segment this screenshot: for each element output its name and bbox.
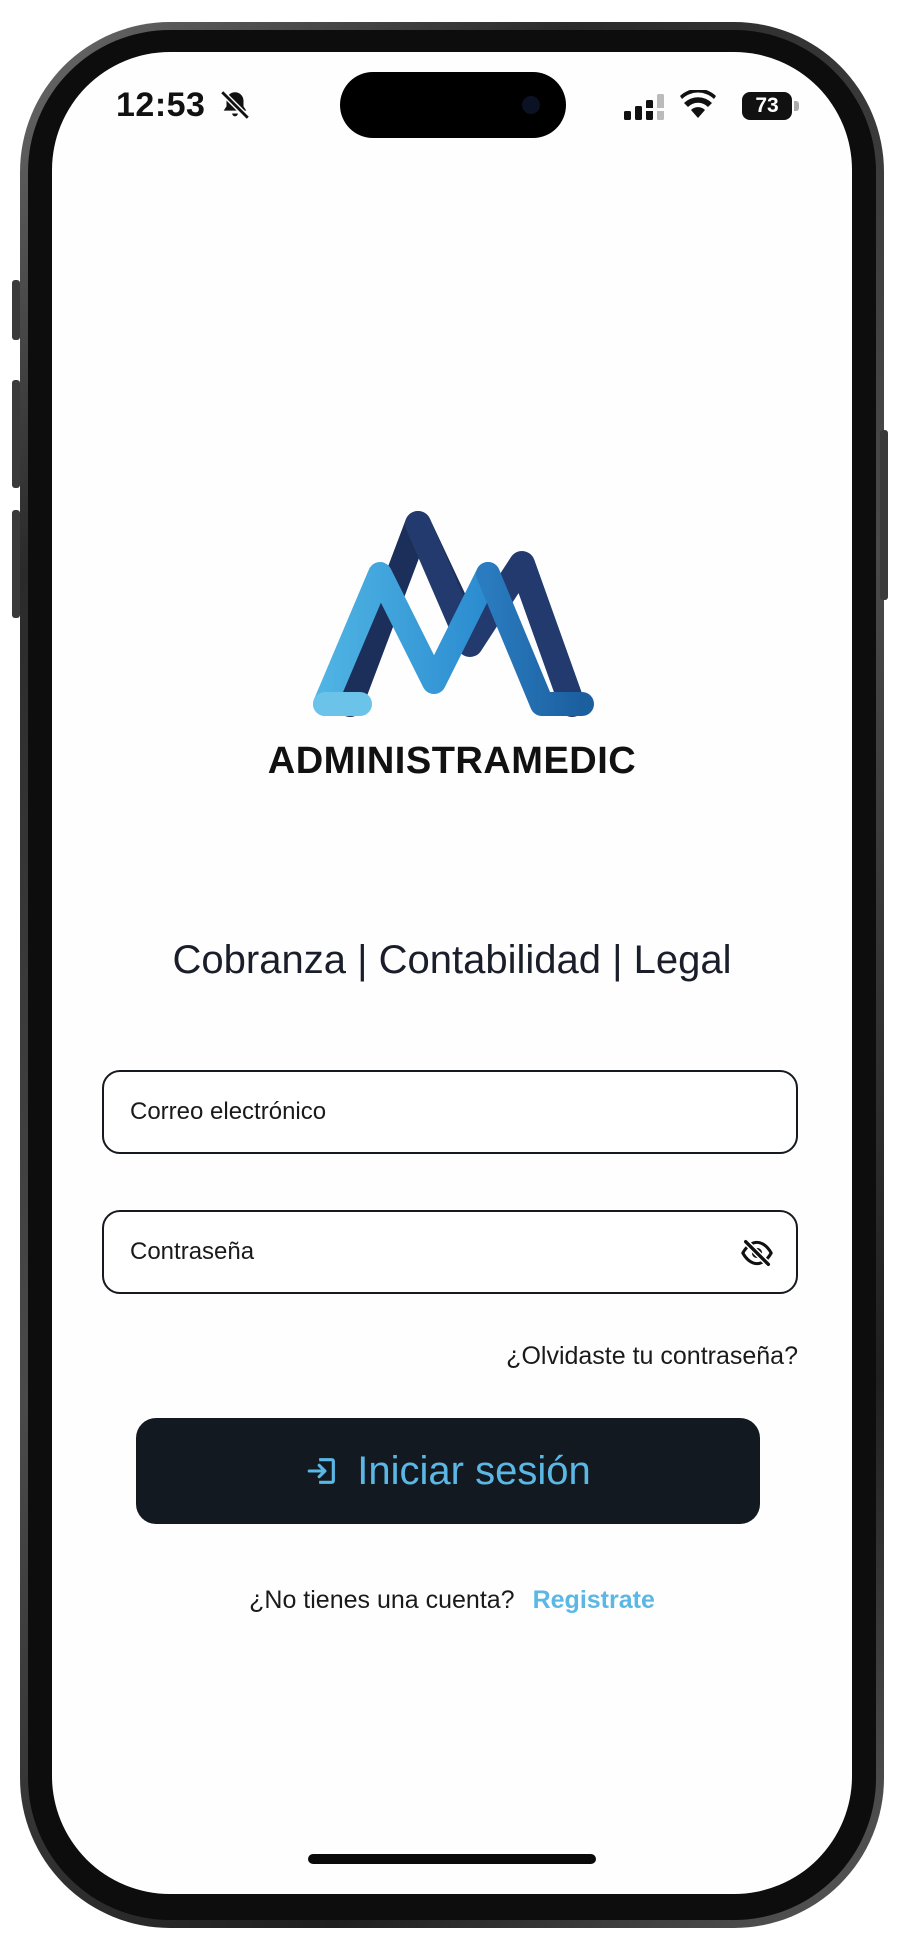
no-account-text: ¿No tienes una cuenta? [249, 1586, 515, 1614]
screen: 12:53 73 ADMINISTRAMEDIC Cobranza | Cont… [52, 52, 852, 1894]
camera-icon [522, 96, 540, 114]
battery-tip [794, 101, 799, 111]
status-time: 12:53 [116, 86, 206, 124]
mute-switch [12, 280, 20, 340]
battery-icon: 73 [742, 92, 800, 120]
login-button[interactable]: Iniciar sesión [136, 1418, 760, 1524]
bell-slash-icon [220, 90, 250, 120]
home-indicator[interactable] [308, 1854, 596, 1864]
email-field[interactable] [102, 1070, 798, 1154]
email-input[interactable] [130, 1072, 690, 1152]
register-link[interactable]: Registrate [533, 1586, 655, 1614]
password-field[interactable] [102, 1210, 798, 1294]
battery-level: 73 [742, 92, 792, 120]
password-input[interactable] [130, 1212, 690, 1292]
signup-row: ¿No tienes una cuenta? Registrate [52, 1586, 852, 1615]
brand-name: ADMINISTRAMEDIC [267, 740, 637, 782]
signal-icon [624, 94, 664, 120]
power-button [880, 430, 888, 600]
volume-down-button [12, 510, 20, 618]
dynamic-island [340, 72, 566, 138]
login-button-label: Iniciar sesión [357, 1448, 591, 1493]
forgot-password-link[interactable]: ¿Olvidaste tu contraseña? [506, 1342, 798, 1371]
wifi-icon [680, 90, 716, 118]
eye-off-icon[interactable] [740, 1236, 774, 1270]
brand-tagline: Cobranza | Contabilidad | Legal [172, 938, 732, 982]
volume-up-button [12, 380, 20, 488]
administramedic-logo-icon [313, 511, 594, 717]
login-icon [307, 1458, 336, 1484]
